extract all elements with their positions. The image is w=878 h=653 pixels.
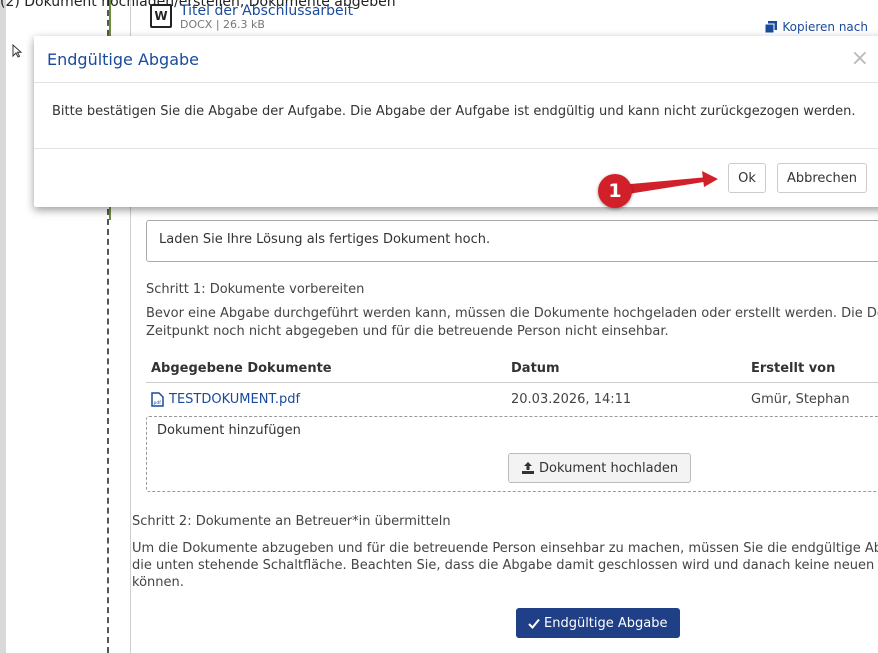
dialog-message: Bitte bestätigen Sie die Abgabe der Aufg…	[52, 104, 856, 119]
close-icon[interactable]: ×	[851, 46, 869, 71]
confirm-dialog: Endgültige Abgabe × Bitte bestätigen Sie…	[34, 36, 878, 207]
dialog-body: Bitte bestätigen Sie die Abgabe der Aufg…	[34, 82, 878, 149]
dropzone-label: Dokument hinzufügen	[157, 423, 301, 438]
mouse-cursor-icon	[12, 44, 22, 58]
step2-desc-line: Um die Dokumente abzugeben und für die b…	[132, 541, 878, 556]
cancel-button[interactable]: Abbrechen	[777, 163, 867, 193]
step1-desc-line: Zeitpunkt noch nicht abgegeben und für d…	[146, 324, 669, 339]
final-submit-label: Endgültige Abgabe	[544, 615, 668, 631]
copy-to-label: Kopieren nach	[782, 20, 868, 34]
table-row: pdf TESTDOKUMENT.pdf 20.03.2026, 14:11 G…	[146, 383, 878, 414]
upload-document-button[interactable]: Dokument hochladen	[508, 453, 692, 483]
svg-text:pdf: pdf	[154, 400, 162, 406]
step2-description: Um die Dokumente abzugeben und für die b…	[132, 540, 878, 591]
upload-button-label: Dokument hochladen	[539, 460, 679, 476]
column-header-documents: Abgegebene Dokumente	[146, 357, 506, 383]
column-header-date: Datum	[506, 357, 746, 383]
step1-desc-line: Bevor eine Abgabe durchgeführt werden ka…	[146, 306, 878, 321]
copy-to-link[interactable]: Kopieren nach	[765, 20, 868, 34]
document-date: 20.03.2026, 14:11	[511, 392, 632, 407]
page: (2) Dokument hochladen/erstellen, Dokume…	[0, 0, 878, 653]
attachment-row: W Titel der Abschlussarbeit DOCX | 26.3 …	[150, 4, 353, 31]
document-link[interactable]: pdf TESTDOKUMENT.pdf	[151, 392, 501, 407]
upload-dropzone[interactable]: Dokument hinzufügen Dokument hochladen	[146, 416, 878, 492]
dialog-title: Endgültige Abgabe	[47, 50, 200, 69]
upload-icon	[522, 462, 534, 474]
dialog-footer: Ok Abbrechen	[34, 148, 878, 207]
step2-desc-line: die unten stehende Schaltfläche. Beachte…	[132, 558, 878, 573]
step1-description: Bevor eine Abgabe durchgeführt werden ka…	[146, 305, 878, 341]
pdf-file-icon: pdf	[151, 392, 164, 407]
step1-title: Schritt 1: Dokumente vorbereiten	[146, 282, 365, 297]
document-name: TESTDOKUMENT.pdf	[169, 392, 301, 407]
info-text: Laden Sie Ihre Lösung als fertiges Dokum…	[159, 232, 491, 247]
documents-table: Abgegebene Dokumente Datum Erstellt von …	[146, 357, 878, 413]
dialog-header: Endgültige Abgabe ×	[34, 36, 878, 83]
attachment-meta: DOCX | 26.3 kB	[180, 18, 265, 31]
left-rail	[0, 0, 6, 653]
table-header-row: Abgegebene Dokumente Datum Erstellt von	[146, 357, 878, 383]
column-header-author: Erstellt von	[746, 357, 878, 383]
info-box: Laden Sie Ihre Lösung als fertiges Dokum…	[146, 220, 878, 262]
copy-icon	[765, 21, 778, 33]
check-icon	[528, 618, 540, 629]
word-file-icon: W	[150, 4, 172, 28]
step2-desc-line: können.	[132, 575, 184, 590]
final-submit-button[interactable]: Endgültige Abgabe	[516, 608, 680, 638]
step2-title: Schritt 2: Dokumente an Betreuer*in über…	[132, 514, 451, 529]
document-author: Gmür, Stephan	[751, 392, 850, 407]
attachment-title[interactable]: Titel der Abschlussarbeit	[180, 4, 353, 18]
ok-button[interactable]: Ok	[728, 163, 766, 193]
annotation-badge: 1	[598, 174, 632, 208]
